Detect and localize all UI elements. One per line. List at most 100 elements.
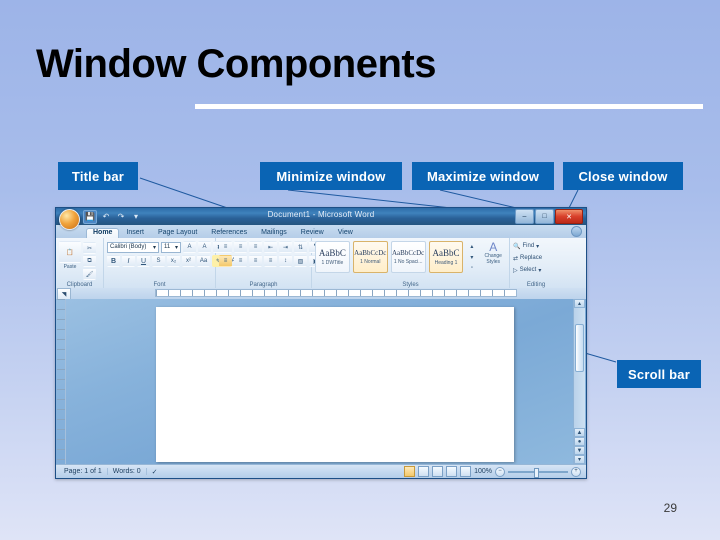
tab-review[interactable]: Review (294, 228, 331, 238)
subscript-icon[interactable]: x₂ (167, 255, 180, 267)
previous-page-icon[interactable]: ▲ (574, 428, 585, 437)
strikethrough-icon[interactable]: S (152, 255, 165, 267)
proofing-icon[interactable]: ✓ (147, 468, 163, 476)
chevron-down-icon[interactable]: ▾ (153, 244, 156, 251)
callout-maximize-window[interactable]: Maximize window (412, 162, 554, 190)
scroll-track[interactable] (574, 308, 585, 428)
superscript-icon[interactable]: x² (182, 255, 195, 267)
status-bar: Page: 1 of 1 Words: 0 ✓ 100% − + (56, 464, 586, 478)
justify-icon[interactable]: ≡ (264, 255, 277, 267)
callout-title-bar[interactable]: Title bar (58, 162, 138, 190)
replace-button[interactable]: ⇄ Replace (513, 253, 542, 263)
align-right-icon[interactable]: ≡ (249, 255, 262, 267)
format-painter-icon[interactable]: 🖌 (83, 268, 96, 280)
scroll-thumb[interactable] (575, 324, 584, 372)
increase-indent-icon[interactable]: ⇥ (279, 241, 292, 253)
multilevel-list-icon[interactable]: ≡ (249, 241, 262, 253)
tab-home[interactable]: Home (86, 228, 120, 238)
underline-button[interactable]: U (137, 255, 150, 267)
close-button[interactable]: ✕ (555, 209, 583, 224)
grow-font-icon[interactable]: A (183, 241, 196, 253)
vertical-scroll-bar[interactable]: ▴ ▲ ● ▼ ▾ (573, 299, 585, 464)
tab-references[interactable]: References (204, 228, 254, 238)
undo-icon[interactable]: ↶ (100, 211, 112, 223)
replace-icon: ⇄ (513, 255, 519, 262)
ribbon-group-editing: 🔍 Find ▾ ⇄ Replace ▷ Select ▾ Editing (510, 238, 562, 288)
tab-page-layout[interactable]: Page Layout (151, 228, 204, 238)
redo-icon[interactable]: ↷ (115, 211, 127, 223)
save-icon[interactable]: 💾 (83, 209, 97, 224)
italic-button[interactable]: I (122, 255, 135, 267)
style-item[interactable]: AaBbCcDc 1 No Spaci... (390, 241, 426, 273)
numbering-icon[interactable]: ≡ (234, 241, 247, 253)
zoom-slider-knob[interactable] (534, 467, 539, 478)
zoom-slider[interactable] (508, 467, 568, 478)
slide-canvas: Window Components Title bar Minimize win… (0, 0, 720, 540)
font-size-input[interactable]: 11 ▾ (161, 241, 181, 253)
style-item[interactable]: AaBbC 1 DWTitle (315, 241, 350, 273)
paste-label: Paste (63, 264, 77, 270)
style-sample: AaBbC (318, 247, 346, 258)
chevron-down-icon[interactable]: ▾ (175, 244, 178, 251)
cut-icon[interactable]: ✂ (83, 242, 96, 254)
zoom-level-label[interactable]: 100% (474, 468, 492, 475)
window-controls: – □ ✕ (515, 209, 583, 224)
paste-icon[interactable]: 📋 (59, 241, 81, 263)
styles-more-icon[interactable]: ▫ (466, 263, 477, 273)
slide-page-number: 29 (663, 501, 677, 515)
sort-icon[interactable]: ⇅ (294, 241, 307, 253)
select-icon: ▷ (513, 267, 518, 274)
style-item[interactable]: AaBbC Heading 1 (428, 241, 464, 273)
status-word-count[interactable]: Words: 0 (108, 468, 147, 475)
office-orb-icon[interactable] (59, 209, 80, 230)
document-page[interactable] (156, 307, 514, 462)
bullets-icon[interactable]: ≡ (219, 241, 232, 253)
copy-icon[interactable]: ⧉ (83, 255, 96, 267)
zoom-in-icon[interactable]: + (571, 466, 581, 477)
align-left-icon[interactable]: ≡ (219, 255, 232, 267)
font-name-input[interactable]: Calibri (Body) ▾ (107, 241, 159, 253)
tab-insert[interactable]: Insert (119, 228, 151, 238)
bold-button[interactable]: B (107, 255, 120, 267)
shading-icon[interactable]: ▧ (294, 255, 307, 267)
vertical-ruler[interactable] (57, 299, 66, 464)
scroll-up-arrow-icon[interactable]: ▴ (574, 299, 585, 308)
styles-scroll-down-icon[interactable]: ▾ (466, 252, 477, 262)
draft-view-icon[interactable] (460, 466, 472, 477)
find-label: Find (522, 243, 535, 249)
tab-view[interactable]: View (331, 228, 360, 238)
style-item[interactable]: AaBbCcDc 1 Normal (352, 241, 388, 273)
tab-mailings[interactable]: Mailings (254, 228, 294, 238)
change-styles-icon[interactable]: A (489, 241, 497, 253)
style-sample: AaBbC (432, 247, 460, 258)
decrease-indent-icon[interactable]: ⇤ (264, 241, 277, 253)
maximize-button[interactable]: □ (535, 209, 554, 224)
status-page-indicator[interactable]: Page: 1 of 1 (59, 468, 108, 475)
scroll-down-arrow-icon[interactable]: ▾ (574, 455, 585, 464)
select-button[interactable]: ▷ Select ▾ (513, 265, 541, 275)
callout-close-window[interactable]: Close window (563, 162, 683, 190)
word-application-window: Document1 - Microsoft Word – □ ✕ 💾 ↶ ↷ ▾… (55, 207, 587, 479)
minimize-button[interactable]: – (515, 209, 534, 224)
chevron-down-icon[interactable]: ▾ (538, 267, 541, 274)
outline-view-icon[interactable] (446, 466, 458, 477)
customize-qat-icon[interactable]: ▾ (130, 211, 142, 223)
help-icon[interactable] (571, 226, 582, 237)
binoculars-icon: 🔍 (513, 243, 521, 250)
find-button[interactable]: 🔍 Find ▾ (513, 241, 539, 251)
next-page-icon[interactable]: ▼ (574, 446, 585, 455)
web-layout-view-icon[interactable] (432, 466, 444, 477)
shrink-font-icon[interactable]: A (198, 241, 211, 253)
select-browse-object-icon[interactable]: ● (574, 437, 585, 446)
zoom-out-icon[interactable]: − (495, 466, 505, 477)
line-spacing-icon[interactable]: ↕ (279, 255, 292, 267)
change-case-icon[interactable]: Aa (197, 255, 210, 267)
print-layout-view-icon[interactable] (404, 466, 416, 477)
chevron-down-icon[interactable]: ▾ (536, 243, 539, 250)
callout-scroll-bar[interactable]: Scroll bar (617, 360, 701, 388)
align-center-icon[interactable]: ≡ (234, 255, 247, 267)
callout-minimize-window[interactable]: Minimize window (260, 162, 402, 190)
full-screen-reading-view-icon[interactable] (418, 466, 430, 477)
style-name: 1 DWTitle (321, 259, 344, 266)
styles-scroll-up-icon[interactable]: ▴ (466, 241, 477, 251)
